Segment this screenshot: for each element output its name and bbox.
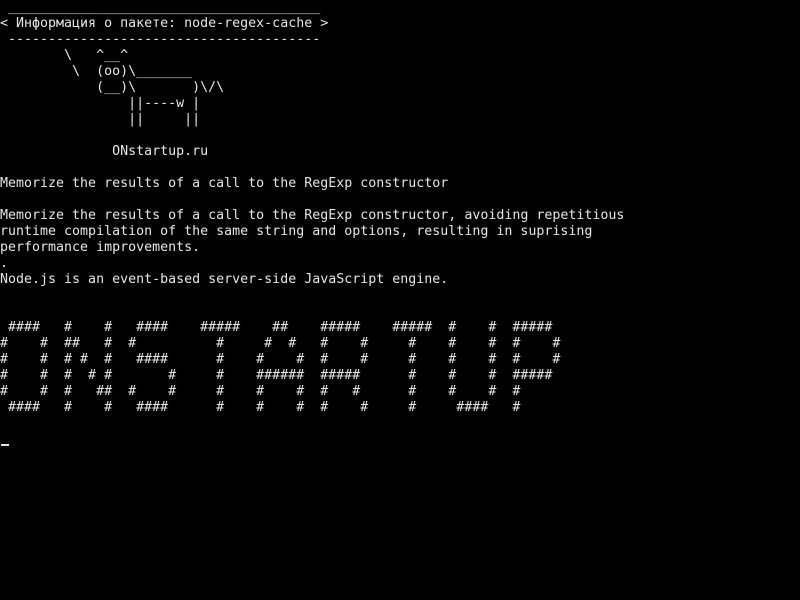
package-description-line: runtime compilation of the same string a… <box>0 224 593 239</box>
nodejs-note: Node.js is an event-based server-side Ja… <box>0 272 449 287</box>
site-credit: ONstartup.ru <box>0 144 209 159</box>
banner-line: # # # # # #### # # # # # # # # # # <box>0 352 561 367</box>
terminal-cursor <box>1 444 9 446</box>
cow-art-line: || || <box>0 112 201 127</box>
cowsay-title: < Информация о пакете: node-regex-cache … <box>0 16 329 31</box>
terminal-screen[interactable]: _______________________________________ <… <box>0 0 800 600</box>
cowsay-bottom-border: --------------------------------------- <box>0 32 321 47</box>
banner-line: #### # # #### ##### ## ##### ##### # # #… <box>0 320 553 335</box>
package-description-line: Memorize the results of a call to the Re… <box>0 208 625 223</box>
banner-line: # # # # # # # ###### ##### # # # ##### <box>0 368 553 383</box>
package-summary: Memorize the results of a call to the Re… <box>0 176 449 191</box>
cow-art-line: \ ^__^ <box>0 48 129 63</box>
terminal-output: _______________________________________ <… <box>0 0 624 416</box>
dot-line: . <box>0 256 9 271</box>
cow-art-line: (__)\ )\/\ <box>0 80 225 95</box>
package-description-line: performance improvements. <box>0 240 201 255</box>
banner-line: # # ## # # # # # # # # # # # # <box>0 336 561 351</box>
cowsay-top-border: _______________________________________ <box>0 0 321 15</box>
banner-line: # # # ## # # # # # # # # # # # <box>0 384 521 399</box>
cow-art-line: ||----w | <box>0 96 201 111</box>
cow-art-line: \ (oo)\_______ <box>0 64 193 79</box>
banner-line: #### # # #### # # # # # # #### # <box>0 400 521 415</box>
